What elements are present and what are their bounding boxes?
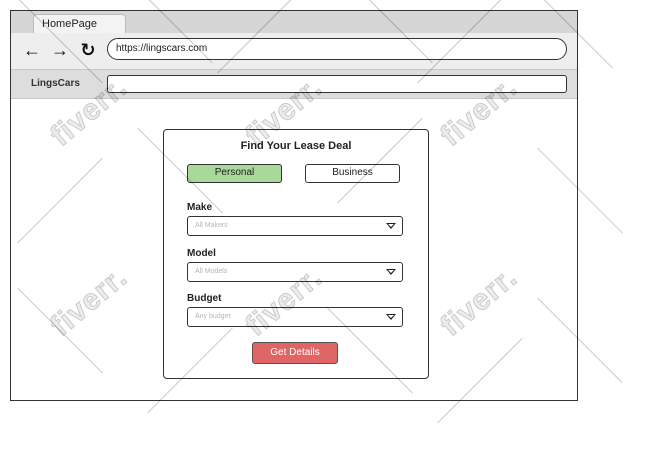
site-logo-text[interactable]: LingsCars [31,70,80,98]
business-toggle-button[interactable]: Business [305,164,400,183]
personal-toggle-button[interactable]: Personal [187,164,282,183]
lease-deal-card: Find Your Lease Deal Personal Business M… [163,129,429,379]
tab-homepage[interactable]: HomePage [33,14,126,33]
forward-arrow-icon[interactable]: → [49,39,71,61]
tab-title: HomePage [42,18,98,30]
address-bar[interactable]: https://lingscars.com [107,38,567,60]
address-bar-url: https://lingscars.com [116,43,208,54]
make-label: Make [187,202,213,213]
model-placeholder: All Models [195,268,228,275]
budget-placeholder: Any budget [195,313,231,320]
reload-icon[interactable]: ↻ [77,39,99,61]
card-title: Find Your Lease Deal [240,140,352,152]
model-label: Model [187,248,216,259]
budget-select[interactable]: Any budget [187,307,403,327]
browser-window: HomePage ← → ↻ https://lingscars.com Lin… [10,10,578,401]
model-select[interactable]: All Models [187,262,403,282]
site-search-input[interactable] [107,75,567,93]
tab-strip: HomePage [11,11,577,34]
chevron-down-icon [386,314,396,320]
back-arrow-icon[interactable]: ← [21,39,43,61]
site-header: LingsCars [11,69,577,99]
make-select[interactable]: All Makers [187,216,403,236]
navigation-bar: ← → ↻ https://lingscars.com [11,33,577,69]
budget-label: Budget [187,293,222,304]
get-details-button[interactable]: Get Details [252,342,338,364]
chevron-down-icon [386,269,396,275]
chevron-down-icon [386,223,396,229]
make-placeholder: All Makers [195,222,228,229]
